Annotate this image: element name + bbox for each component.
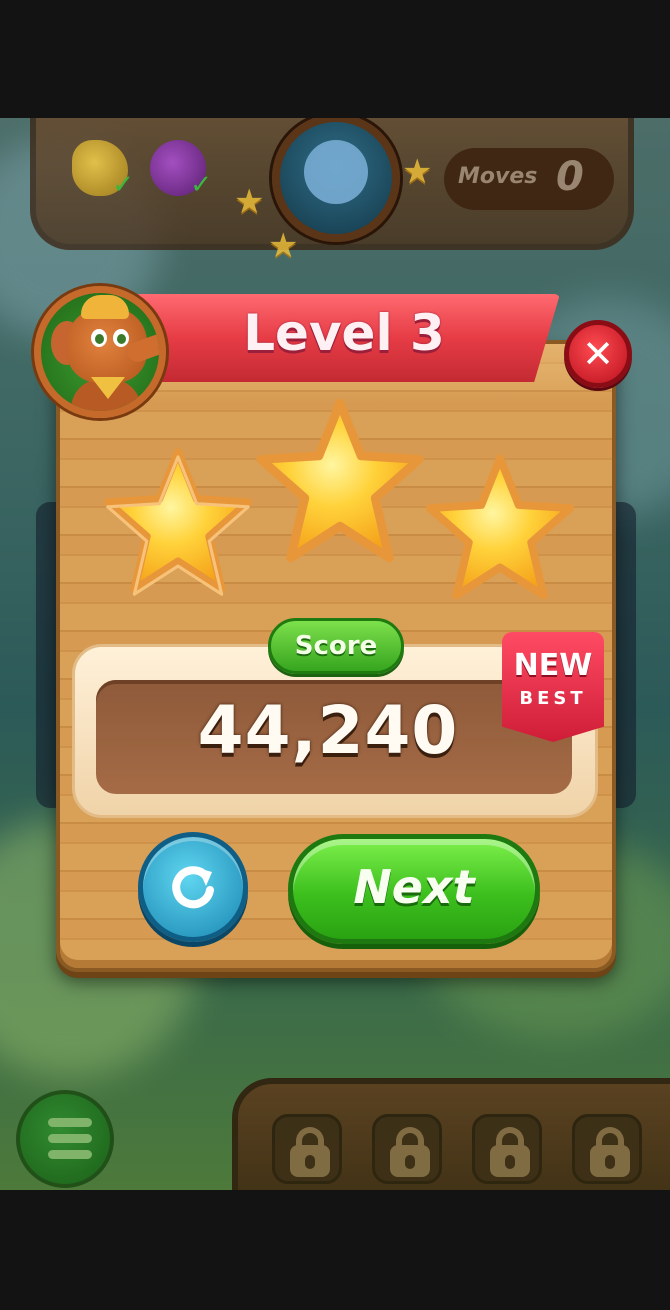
star-icon-3 (420, 452, 580, 608)
new-best-line2: BEST (519, 688, 587, 709)
star-icon-1 (98, 446, 258, 602)
replay-icon (172, 866, 214, 909)
replay-button[interactable] (138, 832, 248, 942)
player-avatar (272, 118, 400, 242)
blackberry-icon: ✓ (150, 140, 212, 200)
moves-counter: Moves 0 (444, 148, 614, 210)
booster-bar (232, 1078, 670, 1190)
locked-booster-slot[interactable] (372, 1114, 442, 1184)
checkmark-icon: ✓ (190, 170, 212, 200)
level-title: Level 3 (243, 304, 445, 362)
score-label: Score (268, 618, 404, 674)
hero-elephant-avatar (34, 286, 166, 418)
progress-star-icon: ★ (268, 226, 299, 266)
progress-star-icon: ★ (234, 182, 265, 222)
locked-booster-slot[interactable] (272, 1114, 342, 1184)
close-icon: ✕ (582, 332, 614, 376)
elephant-icon (304, 140, 368, 204)
moves-label: Moves (458, 164, 538, 189)
score-value: 44,240 (197, 692, 459, 769)
star-icon-2 (250, 396, 430, 572)
locked-booster-slot[interactable] (472, 1114, 542, 1184)
locked-booster-slot[interactable] (572, 1114, 642, 1184)
new-best-line1: NEW (513, 648, 593, 683)
moves-value: 0 (556, 154, 584, 200)
close-button[interactable]: ✕ (564, 320, 632, 388)
progress-star-icon: ★ (402, 152, 433, 192)
checkmark-icon: ✓ (112, 170, 134, 200)
menu-icon (48, 1118, 92, 1127)
next-button[interactable]: Next (288, 834, 540, 944)
menu-button[interactable] (16, 1090, 114, 1188)
screen: ✓ ✓ ★ ★ ★ Moves 0 Level 3 ✕ 44,240 Score… (0, 0, 670, 1310)
